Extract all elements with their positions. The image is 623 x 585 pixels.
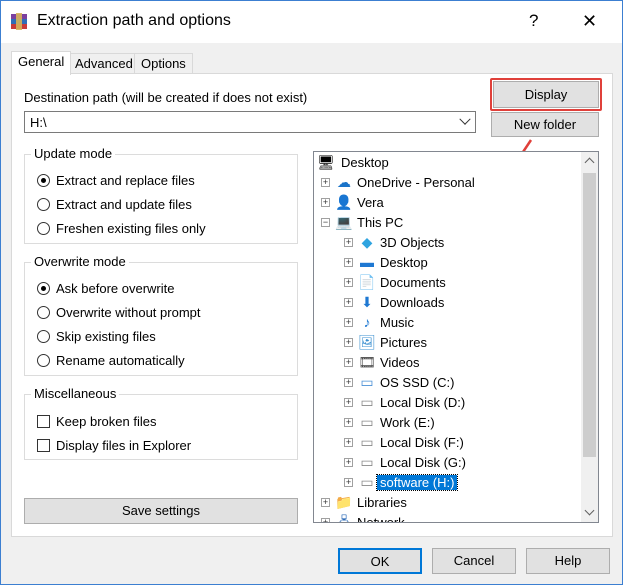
radio-label: Overwrite without prompt: [56, 305, 201, 320]
drive-icon: ▭: [360, 394, 374, 410]
expand-icon[interactable]: +: [344, 278, 353, 287]
chevron-down-icon[interactable]: [459, 113, 471, 125]
collapse-icon[interactable]: −: [321, 218, 330, 227]
user-icon: 👤: [335, 194, 353, 210]
destination-path-value: H:\: [30, 115, 47, 130]
desktop-icon: ▬: [360, 254, 374, 270]
cancel-button[interactable]: Cancel: [432, 548, 516, 574]
music-icon: ♪: [363, 314, 371, 330]
expand-icon[interactable]: +: [344, 338, 353, 347]
radio-label: Ask before overwrite: [56, 281, 175, 296]
destination-path-combo[interactable]: H:\: [24, 111, 476, 133]
tree-scrollbar[interactable]: [581, 152, 598, 522]
expand-icon[interactable]: +: [344, 378, 353, 387]
expand-icon[interactable]: +: [344, 438, 353, 447]
radio-button[interactable]: [37, 282, 50, 295]
winrar-icon: [11, 13, 27, 30]
tab-advanced[interactable]: Advanced: [68, 53, 140, 73]
radio-button[interactable]: [37, 330, 50, 343]
expand-icon[interactable]: +: [321, 518, 330, 522]
radio-label: Freshen existing files only: [56, 221, 206, 236]
expand-icon[interactable]: +: [344, 238, 353, 247]
close-button[interactable]: ✕: [582, 11, 597, 32]
picture-icon: 🖼: [358, 334, 376, 350]
overwrite-mode-title: Overwrite mode: [31, 254, 129, 269]
checkbox[interactable]: [37, 415, 50, 428]
drive-icon: ▭: [360, 474, 374, 490]
expand-icon[interactable]: +: [321, 498, 330, 507]
help-button[interactable]: Help: [526, 548, 610, 574]
destination-label: Destination path (will be created if doe…: [24, 90, 308, 105]
window-title: Extraction path and options: [37, 12, 231, 29]
update-mode-title: Update mode: [31, 146, 116, 161]
expand-icon[interactable]: +: [344, 398, 353, 407]
desktop-icon: 🖥: [317, 154, 335, 170]
folder-tree[interactable]: 🖥 Desktop + ☁ OneDrive - Personal + 👤 Ve…: [313, 151, 599, 523]
checkbox-label: Keep broken files: [56, 414, 157, 429]
radio-label: Rename automatically: [56, 353, 185, 368]
expand-icon[interactable]: +: [344, 298, 353, 307]
scroll-thumb[interactable]: [583, 173, 596, 457]
network-icon: 🖧: [336, 514, 352, 523]
drive-icon: ▭: [360, 374, 374, 390]
expand-icon[interactable]: +: [344, 318, 353, 327]
general-panel: Destination path (will be created if doe…: [11, 73, 613, 537]
radio-button[interactable]: [37, 222, 50, 235]
cube-icon: ◆: [361, 234, 373, 250]
tab-general[interactable]: General: [11, 51, 72, 75]
update-mode-group: Update mode Extract and replace files Ex…: [24, 146, 298, 244]
drive-icon: ▭: [360, 434, 374, 450]
display-button[interactable]: Display: [493, 81, 599, 108]
ok-button[interactable]: OK: [338, 548, 422, 574]
new-folder-button[interactable]: New folder: [491, 112, 599, 137]
drive-icon: ▭: [360, 454, 374, 470]
title-bar: Extraction path and options ? ✕: [1, 1, 622, 43]
drive-icon: ▭: [360, 414, 374, 430]
radio-label: Extract and update files: [56, 197, 192, 212]
cloud-icon: ☁: [337, 174, 351, 190]
overwrite-mode-group: Overwrite mode Ask before overwrite Over…: [24, 254, 298, 376]
extraction-dialog: Extraction path and options ? ✕ General …: [0, 0, 623, 585]
computer-icon: 💻: [335, 214, 353, 230]
expand-icon[interactable]: +: [344, 258, 353, 267]
expand-icon[interactable]: +: [344, 358, 353, 367]
expand-icon[interactable]: +: [344, 478, 353, 487]
miscellaneous-title: Miscellaneous: [31, 386, 120, 401]
scroll-down-icon[interactable]: [584, 505, 595, 516]
expand-icon[interactable]: +: [344, 418, 353, 427]
checkbox-label: Display files in Explorer: [56, 438, 192, 453]
expand-icon[interactable]: +: [344, 458, 353, 467]
radio-button[interactable]: [37, 174, 50, 187]
miscellaneous-group: Miscellaneous Keep broken files Display …: [24, 386, 298, 460]
radio-button[interactable]: [37, 354, 50, 367]
radio-button[interactable]: [37, 306, 50, 319]
video-icon: 🎞: [358, 354, 376, 370]
help-title-button[interactable]: ?: [529, 11, 538, 31]
document-icon: 📄: [358, 274, 376, 290]
download-icon: ⬇: [361, 294, 373, 310]
expand-icon[interactable]: +: [321, 198, 330, 207]
radio-button[interactable]: [37, 198, 50, 211]
library-icon: 📁: [335, 494, 353, 510]
checkbox[interactable]: [37, 439, 50, 452]
scroll-up-icon[interactable]: [584, 157, 595, 168]
radio-label: Skip existing files: [56, 329, 156, 344]
expand-icon[interactable]: +: [321, 178, 330, 187]
tab-options[interactable]: Options: [134, 53, 193, 73]
save-settings-button[interactable]: Save settings: [24, 498, 298, 524]
radio-label: Extract and replace files: [56, 173, 195, 188]
